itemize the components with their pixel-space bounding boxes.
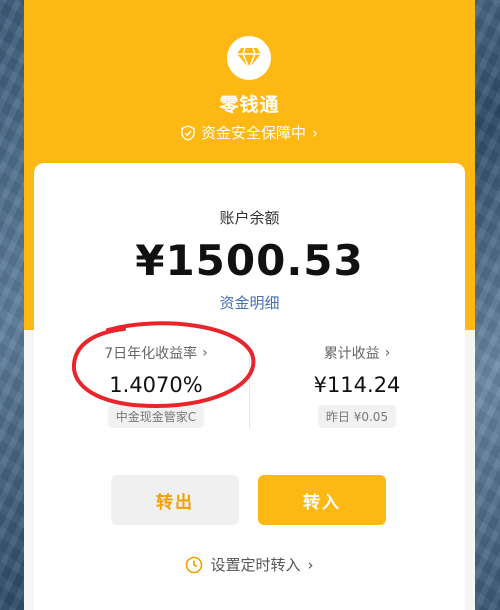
safety-link[interactable]: 资金安全保障中 › — [24, 122, 475, 143]
earnings-section[interactable]: 累计收益 › ¥114.24 昨日 ¥0.05 — [262, 343, 452, 428]
chevron-right-icon: › — [384, 345, 391, 361]
app-screen: 零钱通 资金安全保障中 › 账户余额 ¥1500.53 资金明细 7日年化收益率… — [24, 0, 475, 610]
yield-section[interactable]: 7日年化收益率 › 1.4070% 中金现金管家C — [61, 343, 251, 428]
chevron-right-icon: › — [202, 345, 208, 361]
shield-check-icon — [181, 124, 195, 141]
chevron-right-icon: › — [312, 123, 318, 142]
fund-details-link[interactable]: 资金明细 — [34, 292, 465, 313]
earnings-label: 累计收益 — [323, 346, 380, 362]
chevron-right-icon: › — [307, 555, 314, 574]
schedule-label: 设置定时转入 — [210, 556, 301, 574]
clock-icon — [186, 556, 203, 573]
transfer-out-button[interactable]: 转出 — [111, 475, 239, 525]
schedule-transfer-link[interactable]: 设置定时转入 › — [34, 554, 465, 575]
yield-label: 7日年化收益率 — [104, 346, 198, 362]
yield-value: 1.4070% — [109, 373, 203, 397]
balance-label: 账户余额 — [219, 209, 280, 227]
balance-value: ¥1500.53 — [135, 236, 364, 285]
app-title: 零钱通 — [219, 94, 280, 116]
safety-label: 资金安全保障中 — [200, 124, 306, 142]
transfer-in-button[interactable]: 转入 — [258, 475, 386, 525]
fund-name-badge: 中金现金管家C — [107, 405, 205, 428]
divider — [249, 351, 250, 429]
earnings-value: ¥114.24 — [313, 373, 401, 397]
account-card: 账户余额 ¥1500.53 资金明细 7日年化收益率 › 1.4070% 中金现… — [34, 163, 465, 610]
yesterday-earnings-badge: 昨日 ¥0.05 — [317, 405, 397, 428]
diamond-icon — [227, 36, 271, 80]
